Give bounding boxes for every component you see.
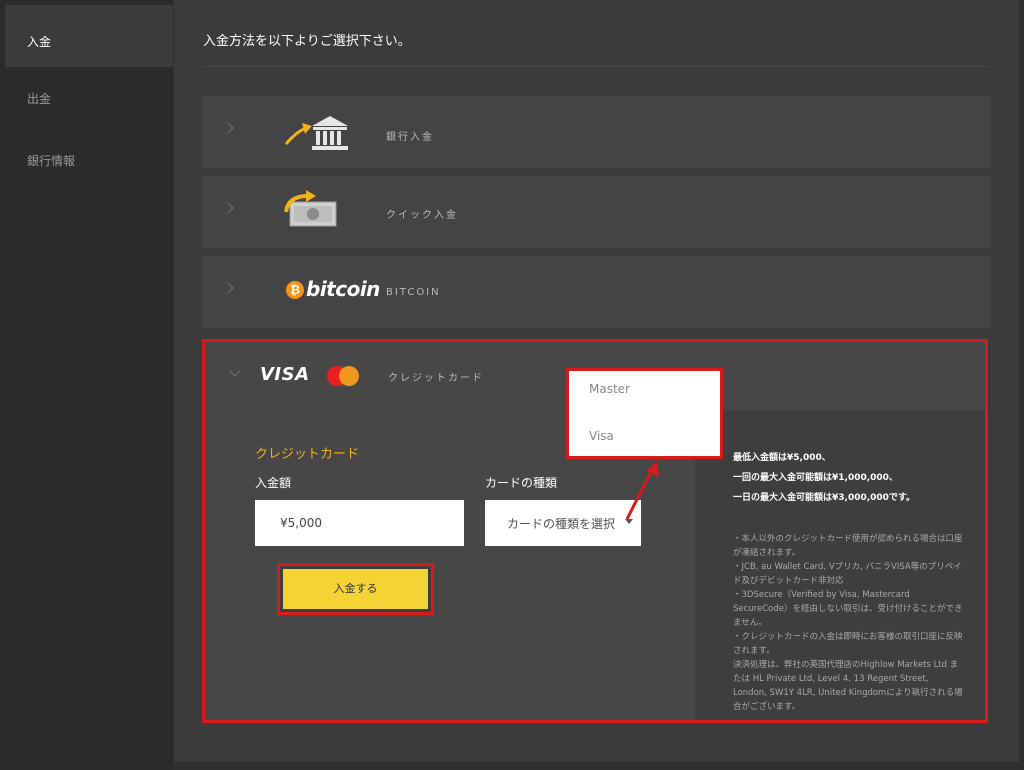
amount-label: 入金額: [255, 476, 292, 490]
sidebar-item-label: 入金: [27, 35, 52, 49]
page-title: 入金方法を以下よりご選択下さい。: [203, 34, 411, 49]
sidebar-item-bank-info[interactable]: 銀行情報: [0, 124, 173, 186]
info-note-line: ・クレジットカードの入金は即時にお客様の取引口座に反映されます。: [733, 632, 963, 656]
amount-input[interactable]: ¥5,000: [255, 500, 464, 546]
method-label: BITCOIN: [386, 287, 441, 298]
bitcoin-logo: bitcoin: [306, 277, 380, 301]
info-note-line: ・JCB, au Wallet Card, Vプリカ, バニラVISA等のプリペ…: [733, 562, 962, 586]
caret-down-icon: [625, 519, 633, 524]
info-max-per-transaction: 一回の最大入金可能額は¥1,000,000、: [733, 473, 898, 483]
info-note-line: ・3DSecure（Verified by Visa, Mastercard S…: [733, 590, 963, 628]
chevron-right-icon: [222, 202, 234, 214]
method-label: クイック入金: [386, 210, 458, 221]
sidebar-item-withdraw[interactable]: 出金: [0, 62, 173, 124]
card-type-label: カードの種類: [485, 476, 558, 490]
dropdown-option-visa[interactable]: Visa: [589, 429, 614, 443]
sidebar-item-deposit[interactable]: 入金: [5, 5, 173, 67]
sidebar-item-label: 銀行情報: [27, 154, 76, 168]
card-type-select[interactable]: カードの種類を選択: [485, 500, 641, 546]
method-bank-deposit[interactable]: 銀行入金: [202, 96, 991, 168]
method-quick-deposit[interactable]: クイック入金: [202, 176, 991, 248]
info-min-amount: 最低入金額は¥5,000、: [733, 453, 831, 463]
method-label: クレジットカード: [388, 373, 484, 384]
cash-icon: [284, 190, 337, 227]
divider: [202, 66, 990, 67]
method-label: 銀行入金: [386, 132, 434, 143]
sidebar: 入金 出金 銀行情報: [0, 0, 173, 770]
deposit-button-highlight: 入金する: [277, 563, 434, 615]
info-note-line: 決済処理は、弊社の英国代理店のHighlow Markets Ltd または H…: [733, 660, 963, 712]
chevron-right-icon: [222, 122, 234, 134]
card-type-dropdown: Master Visa: [566, 368, 723, 459]
bank-icon: [284, 116, 348, 150]
form-title: クレジットカード: [255, 447, 360, 462]
card-type-select-value: カードの種類を選択: [507, 517, 616, 531]
deposit-button[interactable]: 入金する: [283, 569, 428, 609]
dropdown-option-master[interactable]: Master: [589, 382, 630, 396]
deposit-info: 最低入金額は¥5,000、 一回の最大入金可能額は¥1,000,000、 一日の…: [695, 410, 985, 720]
info-notes: ・本人以外のクレジットカード使用が認められる場合は口座が凍結されます。 ・JCB,…: [733, 532, 963, 714]
visa-logo: VISA: [260, 364, 310, 385]
chevron-right-icon: [222, 282, 234, 294]
info-max-per-day: 一日の最大入金可能額は¥3,000,000です。: [733, 493, 916, 503]
bitcoin-icon: ₿: [286, 281, 304, 299]
chevron-down-icon: [229, 365, 241, 377]
info-note-line: ・本人以外のクレジットカード使用が認められる場合は口座が凍結されます。: [733, 534, 963, 558]
sidebar-item-label: 出金: [27, 92, 52, 106]
mastercard-logo: [327, 366, 361, 386]
method-bitcoin[interactable]: ₿ bitcoin BITCOIN: [202, 256, 991, 328]
